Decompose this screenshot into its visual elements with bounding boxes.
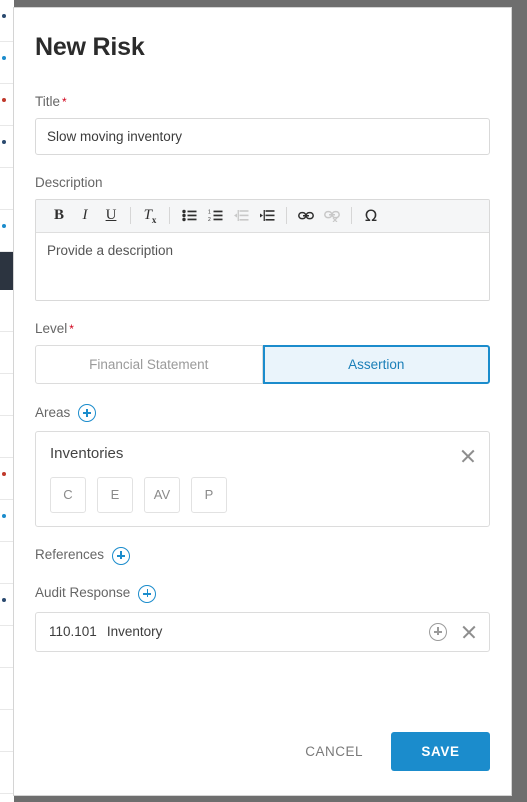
editor-toolbar: B I U Tx 1 2 Ω — [36, 199, 489, 233]
background-dot — [2, 514, 6, 518]
required-marker: * — [62, 94, 67, 109]
decrease-indent-icon — [228, 203, 254, 229]
audit-response-actions — [429, 622, 476, 641]
background-row — [0, 42, 14, 84]
assertion-chip-c[interactable]: C — [50, 476, 86, 513]
new-risk-dialog: New Risk Title* Description B I U Tx — [13, 7, 512, 796]
assertion-chip-e[interactable]: E — [97, 476, 133, 513]
description-label: Description — [35, 174, 103, 190]
title-label-text: Title — [35, 93, 61, 109]
background-dot — [2, 224, 6, 228]
italic-icon[interactable]: I — [72, 203, 98, 229]
background-row — [0, 668, 14, 710]
add-area-circle-plus-icon[interactable] — [78, 404, 97, 423]
background-row — [0, 710, 14, 752]
audit-response-name: Inventory — [106, 624, 163, 640]
background-row — [0, 0, 14, 42]
add-reference-circle-plus-icon[interactable] — [112, 546, 131, 565]
references-header: References — [35, 546, 490, 565]
remove-format-icon[interactable]: Tx — [137, 203, 163, 229]
background-row — [0, 168, 14, 210]
bulleted-list-icon[interactable] — [176, 203, 202, 229]
dialog-footer: CANCEL SAVE — [299, 732, 490, 771]
background-row — [0, 626, 14, 668]
increase-indent-icon[interactable] — [254, 203, 280, 229]
area-name: Inventories — [50, 445, 124, 463]
title-input[interactable] — [35, 117, 490, 155]
level-option-financial-statement[interactable]: Financial Statement — [35, 345, 263, 385]
audit-response-header: Audit Response — [35, 584, 490, 603]
assertion-chip-row: C E AV P — [50, 476, 475, 513]
remove-audit-response-close-icon[interactable] — [461, 624, 476, 639]
background-row — [0, 458, 14, 500]
audit-response-row: 110.101 Inventory — [35, 611, 490, 652]
background-row — [0, 126, 14, 168]
background-row — [0, 500, 14, 542]
background-row — [0, 290, 14, 332]
background-row — [0, 584, 14, 626]
references-label: References — [35, 547, 105, 563]
background-row — [0, 416, 14, 458]
toolbar-divider — [130, 207, 131, 225]
audit-response-label: Audit Response — [35, 585, 131, 601]
level-field-group: Level * Financial Statement Assertion — [35, 321, 490, 385]
background-dot — [2, 98, 6, 102]
cancel-button[interactable]: CANCEL — [299, 736, 369, 767]
areas-field-group: Areas Inventories C E AV P — [35, 404, 490, 527]
underline-icon[interactable]: U — [98, 203, 124, 229]
background-row — [0, 332, 14, 374]
svg-text:1: 1 — [208, 210, 211, 216]
background-row — [0, 374, 14, 416]
add-audit-response-circle-plus-icon[interactable] — [138, 584, 157, 603]
svg-text:2: 2 — [208, 217, 211, 222]
unlink-icon — [319, 203, 345, 229]
save-button[interactable]: SAVE — [391, 732, 490, 771]
background-row — [0, 542, 14, 584]
background-dot — [2, 472, 6, 476]
toolbar-divider — [169, 207, 170, 225]
toolbar-divider — [286, 207, 287, 225]
background-dot — [2, 598, 6, 602]
level-label-text: Level — [35, 320, 68, 336]
numbered-list-icon[interactable]: 1 2 — [202, 203, 228, 229]
references-field-group: References — [35, 546, 490, 565]
assertion-chip-av[interactable]: AV — [144, 476, 180, 513]
background-page — [0, 0, 14, 802]
link-icon[interactable] — [293, 203, 319, 229]
special-character-icon[interactable]: Ω — [358, 203, 384, 229]
rich-text-editor: B I U Tx 1 2 Ω Provide a description — [35, 198, 490, 301]
description-input[interactable]: Provide a description — [36, 232, 489, 300]
area-card: Inventories C E AV P — [35, 431, 490, 527]
background-row — [0, 84, 14, 126]
expand-audit-response-circle-plus-icon[interactable] — [429, 622, 447, 641]
level-toggle-group: Financial Statement Assertion — [35, 345, 490, 385]
background-row — [0, 752, 14, 794]
areas-label: Areas — [35, 404, 71, 420]
background-band — [0, 252, 14, 290]
bold-icon[interactable]: B — [46, 203, 72, 229]
toolbar-divider — [351, 207, 352, 225]
page-title: New Risk — [35, 33, 145, 61]
audit-response-field-group: Audit Response 110.101 Inventory — [35, 584, 490, 652]
level-label: Level * — [35, 321, 490, 337]
background-dot — [2, 56, 6, 60]
background-row — [0, 210, 14, 252]
areas-header: Areas — [35, 404, 490, 423]
audit-response-code: 110.101 — [49, 624, 97, 640]
background-dot — [2, 140, 6, 144]
level-option-assertion[interactable]: Assertion — [262, 345, 490, 385]
title-label: Title * — [35, 94, 490, 110]
assertion-chip-p[interactable]: P — [191, 476, 227, 513]
remove-area-close-icon[interactable] — [460, 448, 475, 463]
title-field-group: Title * — [35, 94, 490, 155]
required-marker: * — [69, 321, 74, 336]
background-dot — [2, 14, 6, 18]
description-field-group: Description B I U Tx 1 2 Ω Provide a des… — [35, 175, 490, 301]
